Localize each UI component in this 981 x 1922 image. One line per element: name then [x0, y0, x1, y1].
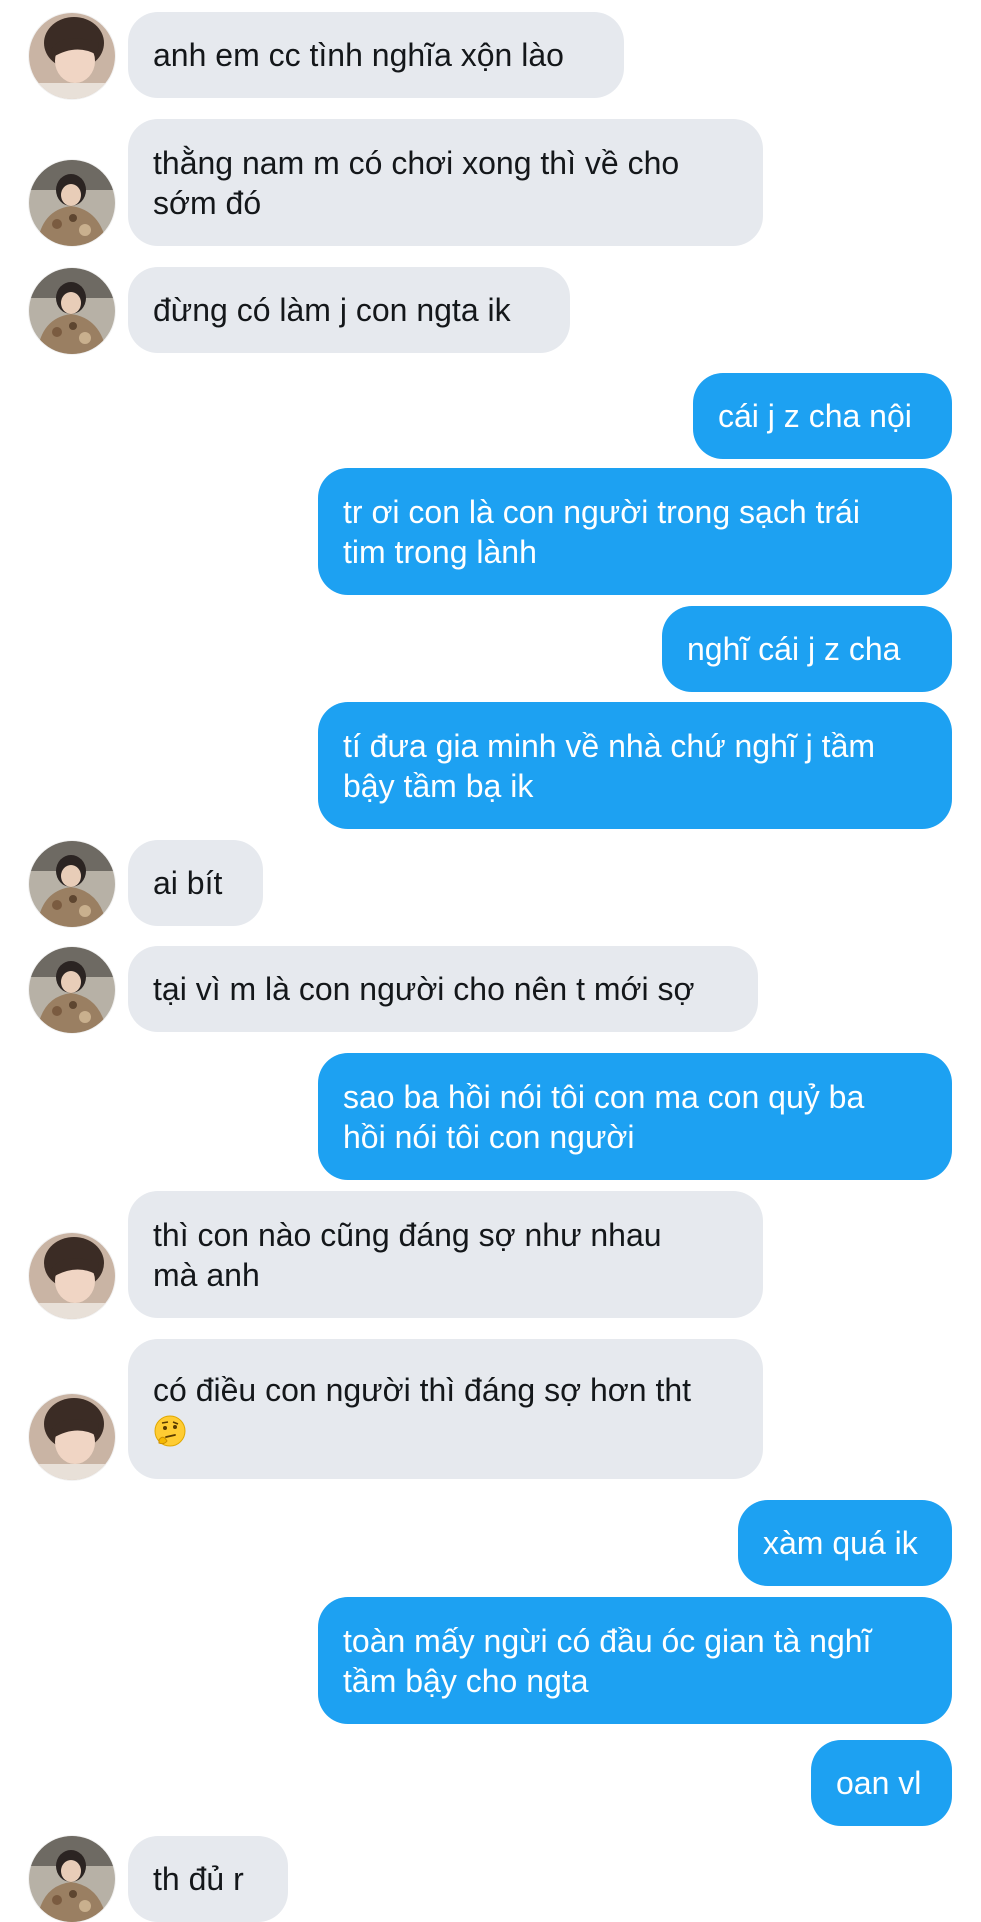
message-bubble-outgoing[interactable]: tí đưa gia minh về nhà chứ nghĩ j tầm bậ…	[318, 702, 952, 829]
message-text: cái j z cha nội	[718, 398, 912, 434]
avatar-girl[interactable]	[29, 1394, 115, 1480]
message-text: oan vl	[836, 1765, 922, 1801]
avatar-girl[interactable]	[29, 1233, 115, 1319]
message-text: th đủ r	[153, 1861, 244, 1897]
message-text: toàn mấy ngừi có đầu óc gian tà nghĩ	[343, 1622, 872, 1659]
message-text: tim trong lành	[343, 533, 537, 570]
message-text: có điều con người thì đáng sợ hơn tht	[153, 1372, 692, 1408]
message-bubble-incoming[interactable]: có điều con người thì đáng sợ hơn tht	[128, 1339, 763, 1479]
avatar-jacket[interactable]	[29, 268, 115, 354]
avatar-jacket[interactable]	[29, 160, 115, 246]
message-bubble-outgoing[interactable]: toàn mấy ngừi có đầu óc gian tà nghĩ tầm…	[318, 1597, 952, 1724]
avatar-jacket[interactable]	[29, 841, 115, 927]
message-bubble-outgoing[interactable]: nghĩ cái j z cha	[662, 606, 952, 692]
message-text: sao ba hồi nói tôi con ma con quỷ ba	[343, 1078, 865, 1115]
message-bubble-incoming[interactable]: ai bít	[128, 840, 263, 926]
message-text: ai bít	[153, 865, 223, 901]
avatar-jacket[interactable]	[29, 947, 115, 1033]
message-bubble-incoming[interactable]: thằng nam m có chơi xong thì về cho sớm …	[128, 119, 763, 246]
message-text: xàm quá ik	[763, 1525, 918, 1561]
message-bubble-incoming[interactable]: thì con nào cũng đáng sợ như nhau mà anh	[128, 1191, 763, 1318]
message-text: tí đưa gia minh về nhà chứ nghĩ j tầm	[343, 727, 876, 764]
message-bubble-outgoing[interactable]: tr ơi con là con người trong sạch trái t…	[318, 468, 952, 595]
message-text: tr ơi con là con người trong sạch trái	[343, 493, 860, 530]
message-text: anh em cc tình nghĩa xộn lào	[153, 37, 564, 73]
message-text: tại vì m là con người cho nên t mới sợ	[153, 971, 695, 1007]
message-text: nghĩ cái j z cha	[687, 631, 901, 667]
message-bubble-incoming[interactable]: tại vì m là con người cho nên t mới sợ	[128, 946, 758, 1032]
message-text: thì con nào cũng đáng sợ như nhau	[153, 1216, 662, 1253]
message-bubble-outgoing[interactable]: sao ba hồi nói tôi con ma con quỷ ba hồi…	[318, 1053, 952, 1180]
message-bubble-outgoing[interactable]: cái j z cha nội	[693, 373, 952, 459]
avatar-girl[interactable]	[29, 13, 115, 99]
message-bubble-incoming[interactable]: th đủ r	[128, 1836, 288, 1922]
message-bubble-incoming[interactable]: anh em cc tình nghĩa xộn lào	[128, 12, 624, 98]
message-text: tầm bậy cho ngta	[343, 1662, 589, 1699]
message-text: bậy tầm bạ ik	[343, 767, 534, 804]
message-text: hồi nói tôi con người	[343, 1118, 635, 1155]
message-text: thằng nam m có chơi xong thì về cho	[153, 144, 680, 181]
message-bubble-outgoing[interactable]: xàm quá ik	[738, 1500, 952, 1586]
message-text: đừng có làm j con ngta ik	[153, 292, 511, 328]
message-bubble-incoming[interactable]: đừng có làm j con ngta ik	[128, 267, 570, 353]
thinking-face-icon	[153, 1414, 187, 1448]
message-text: mà anh	[153, 1256, 260, 1293]
message-text: sớm đó	[153, 184, 262, 221]
message-bubble-outgoing[interactable]: oan vl	[811, 1740, 952, 1826]
avatar-jacket[interactable]	[29, 1836, 115, 1922]
